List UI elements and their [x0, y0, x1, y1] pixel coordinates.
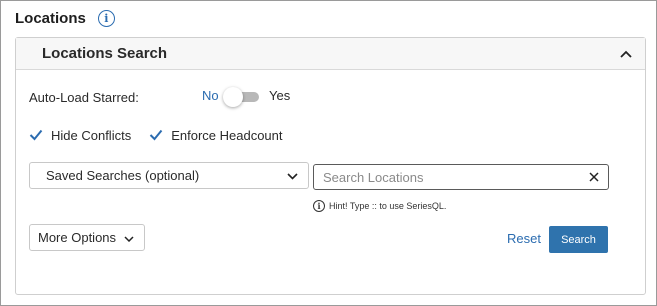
app-frame: Locations i Locations Search Auto-Load S… [0, 0, 657, 306]
hide-conflicts-checkbox[interactable]: Hide Conflicts [29, 128, 131, 143]
reset-link[interactable]: Reset [507, 231, 541, 246]
panel-title: Locations Search [42, 45, 168, 62]
enforce-headcount-checkbox[interactable]: Enforce Headcount [149, 127, 283, 143]
saved-searches-label: Saved Searches (optional) [46, 168, 200, 183]
checkmark-icon[interactable] [29, 128, 43, 142]
chevron-down-icon [124, 229, 134, 247]
more-options-label: More Options [38, 230, 117, 245]
toggle-yes-label: Yes [269, 88, 291, 103]
info-icon: i [313, 200, 325, 212]
search-locations-field [313, 164, 609, 190]
close-icon[interactable] [588, 171, 600, 183]
panel-header[interactable]: Locations Search [16, 38, 645, 70]
checkmark-icon[interactable] [149, 128, 163, 142]
autoload-toggle[interactable] [223, 87, 265, 107]
checkbox-row: Hide Conflicts Enforce Headcount [29, 126, 283, 144]
page-header: Locations i [15, 10, 115, 27]
toggle-no-label: No [202, 88, 219, 103]
autoload-row: Auto-Load Starred: No Yes [29, 87, 290, 107]
search-button[interactable]: Search [549, 226, 608, 253]
saved-searches-select[interactable]: Saved Searches (optional) [29, 162, 309, 189]
toggle-knob[interactable] [223, 87, 243, 107]
more-options-button[interactable]: More Options [29, 224, 145, 251]
chevron-up-icon[interactable] [619, 47, 633, 61]
hide-conflicts-label: Hide Conflicts [51, 127, 132, 143]
hint-text: Hint! Type :: to use SeriesQL. [329, 201, 447, 211]
search-hint: i Hint! Type :: to use SeriesQL. [313, 200, 446, 212]
enforce-headcount-label: Enforce Headcount [171, 127, 283, 143]
chevron-down-icon [287, 167, 298, 185]
locations-search-panel: Locations Search Auto-Load Starred: No Y… [15, 37, 646, 295]
search-input[interactable] [323, 169, 588, 185]
info-icon[interactable]: i [97, 10, 115, 27]
page-title: Locations [15, 10, 86, 27]
autoload-label: Auto-Load Starred: [29, 89, 139, 105]
